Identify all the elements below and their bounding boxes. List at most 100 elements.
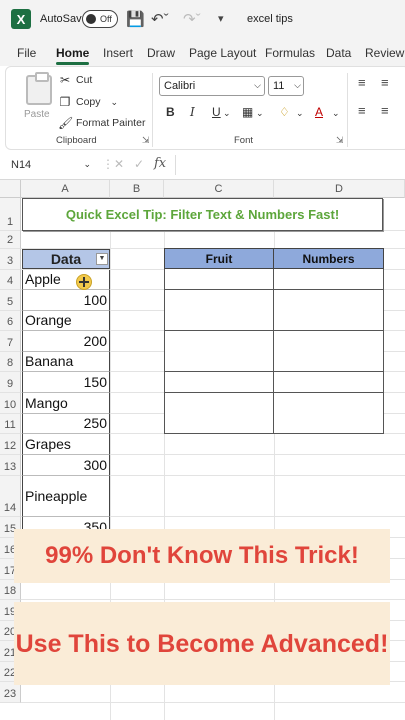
cell-value: Orange xyxy=(25,312,72,328)
numbers-cell[interactable] xyxy=(273,351,384,373)
tab-insert[interactable]: Insert xyxy=(103,46,133,60)
row-header[interactable]: 1 xyxy=(0,198,21,231)
row-header[interactable]: 12 xyxy=(0,434,21,455)
fruit-cell[interactable] xyxy=(164,392,274,414)
tab-file[interactable]: File xyxy=(17,46,36,60)
row-header[interactable]: 8 xyxy=(0,352,21,372)
fill-color-icon[interactable]: ♢ xyxy=(279,105,290,119)
column-header-c[interactable]: C xyxy=(164,180,274,198)
row-header[interactable]: 14 xyxy=(0,476,21,517)
customize-toolbar-icon[interactable]: ▾ xyxy=(218,12,224,25)
tab-home[interactable]: Home xyxy=(56,46,90,65)
cancel-icon[interactable]: ✕ xyxy=(114,157,124,171)
row-header[interactable]: 5 xyxy=(0,290,21,311)
save-icon[interactable]: 💾 xyxy=(126,10,145,28)
filter-dropdown-icon[interactable]: ▼ xyxy=(96,253,108,265)
numbers-cell[interactable] xyxy=(273,413,384,435)
autosave-toggle[interactable]: Off xyxy=(82,10,118,28)
chevron-down-icon: ⌄ xyxy=(83,159,91,169)
align-middle-icon[interactable]: ≡ xyxy=(381,75,389,90)
tab-draw[interactable]: Draw xyxy=(147,46,175,60)
insert-function-button[interactable]: fx xyxy=(154,156,166,171)
row-header[interactable]: 18 xyxy=(0,580,21,600)
numbers-cell[interactable] xyxy=(273,330,384,352)
undo-icon[interactable]: ↶ˇ xyxy=(151,10,169,28)
tip-banner[interactable]: Quick Excel Tip: Filter Text & Numbers F… xyxy=(22,198,383,231)
data-cell[interactable]: Mango xyxy=(22,393,110,414)
column-header-d[interactable]: D xyxy=(274,180,405,198)
fruit-cell[interactable] xyxy=(164,413,274,435)
data-cell[interactable]: 100 xyxy=(22,290,110,311)
data-cell[interactable]: 150 xyxy=(22,372,110,393)
chevron-down-icon[interactable]: ⌄ xyxy=(223,108,231,119)
column-header-a[interactable]: A xyxy=(21,180,110,198)
select-all-corner[interactable] xyxy=(0,180,21,198)
redo-icon[interactable]: ↷ˇ xyxy=(183,10,201,28)
data-cell[interactable]: Orange xyxy=(22,311,110,331)
bold-button[interactable]: B xyxy=(166,105,175,119)
row-header[interactable]: 2 xyxy=(0,231,21,249)
numbers-cell[interactable] xyxy=(273,289,384,311)
row-number: 10 xyxy=(3,399,17,411)
row-header[interactable]: 9 xyxy=(0,372,21,393)
file-name[interactable]: excel tips xyxy=(247,13,293,25)
tab-page-layout[interactable]: Page Layout xyxy=(189,46,256,60)
row-header[interactable]: 3 xyxy=(0,249,21,270)
align-center-icon[interactable]: ≡ xyxy=(381,103,389,118)
row-header[interactable]: 7 xyxy=(0,331,21,352)
italic-button[interactable]: I xyxy=(190,105,195,119)
cut-button[interactable]: ✂ Cut xyxy=(58,73,92,87)
formula-input[interactable] xyxy=(175,155,405,175)
font-size-select[interactable]: 11 ⌵ xyxy=(268,76,304,96)
data-cell[interactable]: Apple xyxy=(22,270,110,290)
tab-data[interactable]: Data xyxy=(326,46,351,60)
align-left-icon[interactable]: ≡ xyxy=(358,103,366,118)
fruit-cell[interactable] xyxy=(164,310,274,332)
format-painter-button[interactable]: 🖌 Format Painter xyxy=(58,116,145,130)
paste-button[interactable]: Paste xyxy=(20,72,58,129)
cell-value: 300 xyxy=(83,457,107,473)
dialog-launcher-icon[interactable]: ⇲ xyxy=(336,135,344,146)
data-cell[interactable]: 300 xyxy=(22,455,110,476)
data-cell[interactable]: Pineapple xyxy=(22,476,110,517)
dialog-launcher-icon[interactable]: ⇲ xyxy=(142,135,150,146)
enter-icon[interactable]: ✓ xyxy=(134,157,144,171)
numbers-cell[interactable] xyxy=(273,392,384,414)
fruit-cell[interactable] xyxy=(164,269,274,290)
align-top-icon[interactable]: ≡ xyxy=(358,75,366,90)
data-cell[interactable]: Grapes xyxy=(22,434,110,455)
data-cell[interactable]: 200 xyxy=(22,331,110,352)
chevron-down-icon[interactable]: ⌄ xyxy=(111,97,119,108)
copy-button[interactable]: ❐ Copy ⌄ xyxy=(58,95,118,109)
name-box[interactable]: N14 ⌄ xyxy=(7,157,93,175)
chevron-down-icon[interactable]: ⌄ xyxy=(256,108,264,119)
numbers-cell[interactable] xyxy=(273,269,384,290)
row-number: 5 xyxy=(6,296,14,308)
row-header[interactable]: 23 xyxy=(0,682,21,703)
numbers-cell[interactable] xyxy=(273,372,384,393)
row-header[interactable]: 6 xyxy=(0,311,21,331)
font-color-icon[interactable]: A xyxy=(315,105,323,119)
underline-button[interactable]: U xyxy=(212,105,221,119)
column-header-b[interactable]: B xyxy=(110,180,164,198)
fruit-header[interactable]: Fruit xyxy=(164,248,274,269)
chevron-down-icon[interactable]: ⌄ xyxy=(332,108,340,119)
numbers-header[interactable]: Numbers xyxy=(273,248,384,269)
tab-formulas[interactable]: Formulas xyxy=(265,46,315,60)
row-header[interactable]: 10 xyxy=(0,393,21,414)
fruit-cell[interactable] xyxy=(164,289,274,311)
fruit-cell[interactable] xyxy=(164,330,274,352)
borders-icon[interactable]: ▦ xyxy=(242,105,253,119)
data-header-cell[interactable]: Data ▼ xyxy=(22,249,110,269)
data-cell[interactable]: 250 xyxy=(22,414,110,434)
row-header[interactable]: 13 xyxy=(0,455,21,476)
numbers-cell[interactable] xyxy=(273,310,384,332)
fruit-cell[interactable] xyxy=(164,351,274,373)
font-name-select[interactable]: Calibri ⌵ xyxy=(159,76,265,96)
row-header[interactable]: 4 xyxy=(0,270,21,290)
row-header[interactable]: 11 xyxy=(0,414,21,434)
chevron-down-icon[interactable]: ⌄ xyxy=(296,108,304,119)
tab-review[interactable]: Review xyxy=(365,46,404,60)
fruit-cell[interactable] xyxy=(164,372,274,393)
data-cell[interactable]: Banana xyxy=(22,352,110,372)
